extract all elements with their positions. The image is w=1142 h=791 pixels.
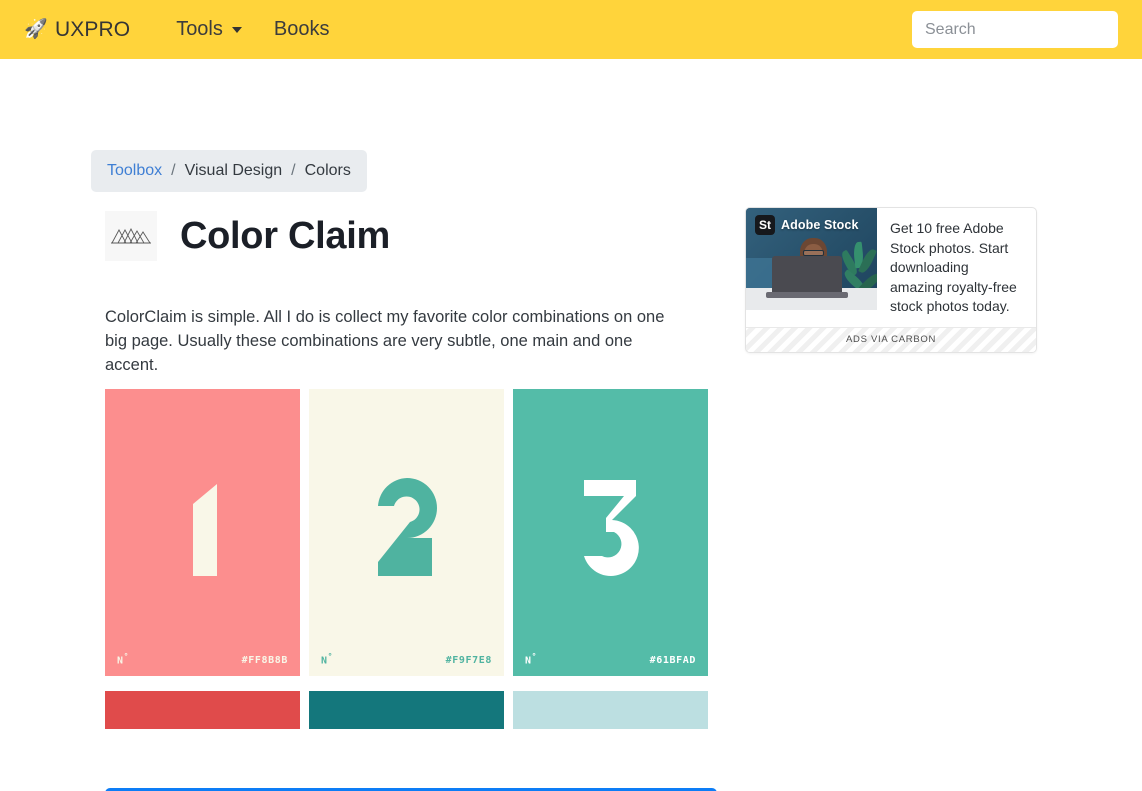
breadcrumb-separator: / bbox=[171, 162, 176, 179]
color-card-2-hex: #F9F7E8 bbox=[445, 655, 492, 666]
nav-item-books-label: Books bbox=[273, 18, 330, 40]
numeral-2-icon bbox=[377, 477, 437, 576]
mountains-icon-svg bbox=[111, 227, 151, 244]
numeral-1-icon bbox=[192, 483, 217, 576]
breadcrumb-separator: / bbox=[291, 162, 296, 179]
laptop-icon bbox=[771, 256, 842, 294]
color-card-3-footer: N° #61BFAD bbox=[525, 652, 696, 666]
nav-item-tools-label: Tools bbox=[176, 18, 223, 40]
ad-body: St Adobe Stock Get 10 free Adobe Stock p… bbox=[746, 208, 1036, 327]
ad-card[interactable]: St Adobe Stock Get 10 free Adobe Stock p… bbox=[745, 207, 1037, 353]
color-cards: N° #FF8B8B N° #F9F7E8 N° #61BFAD bbox=[105, 389, 708, 676]
breadcrumb-item-visual-design[interactable]: Visual Design bbox=[185, 162, 283, 180]
nav-item-books[interactable]: Books bbox=[258, 18, 346, 41]
color-card-2-no-label: N° bbox=[321, 651, 334, 666]
page-description: ColorClaim is simple. All I do is collec… bbox=[105, 308, 665, 374]
color-card-2-numeral bbox=[309, 389, 504, 676]
chevron-down-icon bbox=[231, 26, 242, 33]
color-card-1-no-label: N° bbox=[117, 651, 130, 666]
ad-footer[interactable]: ADS VIA CARBON bbox=[746, 326, 1036, 352]
search-container bbox=[912, 11, 1118, 48]
nav-links: Tools Books bbox=[160, 18, 345, 41]
swatch-1[interactable] bbox=[105, 691, 300, 729]
navbar: 🚀 UXPRO Tools Books bbox=[0, 0, 1142, 59]
swatch-strip bbox=[105, 691, 708, 729]
title-row: Color Claim bbox=[105, 211, 390, 261]
laptop-base bbox=[765, 292, 848, 298]
rocket-icon: 🚀 bbox=[24, 18, 48, 40]
color-card-1-hex: #FF8B8B bbox=[241, 655, 288, 666]
swatch-3[interactable] bbox=[513, 691, 708, 729]
ad-text: Get 10 free Adobe Stock photos. Start do… bbox=[890, 220, 1017, 314]
color-card-3-no-label: N° bbox=[525, 651, 538, 666]
color-card-3-numeral bbox=[513, 389, 708, 676]
color-card-3[interactable]: N° #61BFAD bbox=[513, 389, 708, 676]
color-card-1[interactable]: N° #FF8B8B bbox=[105, 389, 300, 676]
page-title: Color Claim bbox=[180, 214, 390, 257]
swatch-2[interactable] bbox=[309, 691, 504, 729]
mountains-icon bbox=[105, 211, 157, 261]
ad-image: St Adobe Stock bbox=[746, 208, 877, 310]
ad-footer-label: ADS VIA CARBON bbox=[845, 334, 937, 345]
color-card-2[interactable]: N° #F9F7E8 bbox=[309, 389, 504, 676]
numeral-3-icon bbox=[583, 479, 639, 576]
color-card-2-footer: N° #F9F7E8 bbox=[321, 652, 492, 666]
color-card-3-hex: #61BFAD bbox=[649, 655, 696, 666]
adobe-stock-logo-text: Adobe Stock bbox=[781, 218, 859, 232]
brand-link[interactable]: 🚀 UXPRO bbox=[24, 18, 130, 42]
adobe-stock-logo: St Adobe Stock bbox=[755, 215, 859, 235]
search-input[interactable] bbox=[912, 11, 1118, 48]
breadcrumb-item-colors: Colors bbox=[304, 162, 351, 179]
breadcrumb-item-toolbox[interactable]: Toolbox bbox=[107, 162, 162, 180]
color-card-1-footer: N° #FF8B8B bbox=[117, 652, 288, 666]
nav-item-tools[interactable]: Tools bbox=[160, 18, 258, 41]
color-card-1-numeral bbox=[105, 389, 300, 676]
brand-name: UXPRO bbox=[55, 17, 131, 41]
breadcrumb: Toolbox / Visual Design / Colors bbox=[91, 150, 367, 192]
adobe-stock-logo-mark: St bbox=[755, 215, 775, 235]
